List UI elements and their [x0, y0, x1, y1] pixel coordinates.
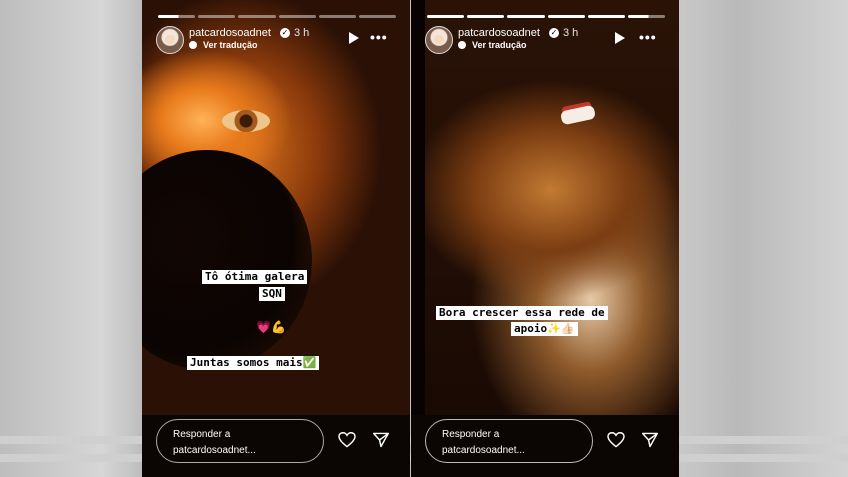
progress-segment: [467, 15, 505, 18]
reply-input[interactable]: Responder a patcardosoadnet...: [156, 419, 324, 463]
shadow: [142, 150, 312, 370]
progress-segment: [318, 15, 356, 18]
story-photo[interactable]: [411, 0, 679, 415]
hair-clip: [559, 104, 597, 126]
avatar[interactable]: [425, 26, 453, 54]
progress-segment: [238, 15, 276, 18]
play-icon[interactable]: [349, 32, 359, 44]
progress-segment: [627, 15, 666, 18]
story-caption: Juntas somos mais✅: [187, 356, 320, 370]
username[interactable]: patcardosoadnet: [458, 27, 540, 39]
translate-link[interactable]: Ver tradução: [472, 40, 527, 50]
dark-edge: [411, 0, 425, 415]
reply-placeholder-line1: Responder a: [173, 429, 231, 440]
send-icon[interactable]: [641, 432, 659, 448]
story-caption: Tô ótima galera: [202, 270, 308, 284]
play-icon[interactable]: [615, 32, 625, 44]
reply-placeholder-line1: Responder a: [442, 429, 500, 440]
more-options-icon[interactable]: •••: [370, 29, 388, 45]
eye-closeup: [222, 110, 270, 132]
progress-segment: [278, 15, 316, 18]
story-header: patcardosoadnet ✓ 3 h Ver tradução •••: [425, 26, 663, 56]
progress-segment: [587, 15, 625, 18]
story-footer: Responder a patcardosoadnet...: [411, 415, 679, 477]
story-footer: Responder a patcardosoadnet...: [142, 415, 410, 477]
story-progress-bar: [158, 15, 397, 18]
verified-badge-icon: ✓: [280, 28, 290, 38]
story-photo[interactable]: [142, 0, 410, 415]
story-panel-2: patcardosoadnet ✓ 3 h Ver tradução ••• B…: [411, 0, 679, 477]
story-caption: SQN: [259, 287, 285, 301]
heart-icon[interactable]: [338, 432, 356, 448]
translate-link[interactable]: Ver tradução: [203, 40, 258, 50]
progress-segment: [358, 15, 397, 18]
reply-input[interactable]: Responder a patcardosoadnet...: [425, 419, 593, 463]
progress-segment: [427, 15, 465, 18]
emoji-caption: 💗💪: [256, 320, 286, 334]
verified-badge-icon: ✓: [549, 28, 559, 38]
progress-segment: [198, 15, 236, 18]
avatar[interactable]: [156, 26, 184, 54]
story-header: patcardosoadnet ✓ 3 h Ver tradução •••: [156, 26, 394, 56]
post-time: 3 h: [294, 27, 310, 39]
username[interactable]: patcardosoadnet: [189, 27, 271, 39]
story-caption: apoio✨👍🏻: [511, 322, 578, 336]
reply-placeholder-line2: patcardosoadnet...: [442, 445, 525, 456]
story-progress-bar: [427, 15, 666, 18]
progress-segment: [158, 15, 196, 18]
more-options-icon[interactable]: •••: [639, 29, 657, 45]
progress-segment: [547, 15, 585, 18]
story-panel-1: patcardosoadnet ✓ 3 h Ver tradução ••• T…: [142, 0, 410, 477]
progress-segment: [507, 15, 545, 18]
send-icon[interactable]: [372, 432, 390, 448]
story-caption: Bora crescer essa rede de: [436, 306, 608, 320]
reply-placeholder-line2: patcardosoadnet...: [173, 445, 256, 456]
post-time: 3 h: [563, 27, 579, 39]
globe-icon: [189, 41, 197, 49]
globe-icon: [458, 41, 466, 49]
heart-icon[interactable]: [607, 432, 625, 448]
